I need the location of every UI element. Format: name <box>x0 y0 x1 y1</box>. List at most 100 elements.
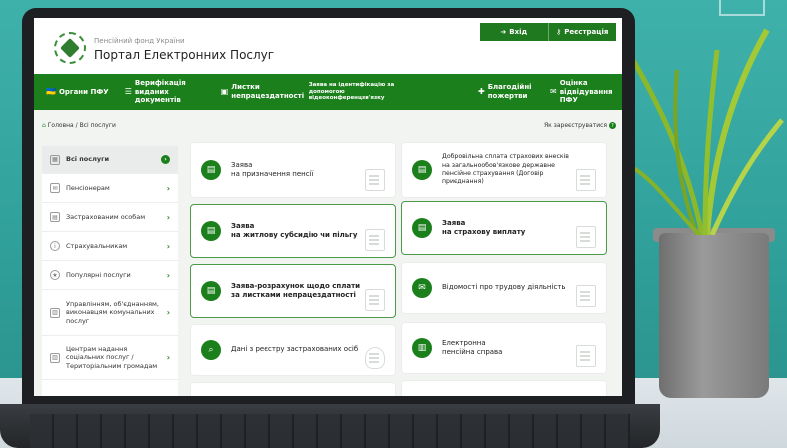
service-card-insured-registry[interactable]: ⌕ Дані з реєстру застрахованих осіб <box>190 324 396 376</box>
envelope-icon: ✉ <box>50 183 60 193</box>
nav-item-rate-visit[interactable]: ✉ Оцінка відвідування ПФУ <box>542 74 622 110</box>
building-icon: ▥ <box>50 352 60 363</box>
breadcrumb-separator: / <box>75 122 78 129</box>
sidebar-item-label: Центрам надання соціальних послуг / Тери… <box>66 344 158 370</box>
sidebar-item-pensioners[interactable]: ✉ Пенсіонерам › <box>42 174 178 203</box>
nav-item-label: Верифікація виданих документів <box>134 78 186 105</box>
document-icon: ▤ <box>50 212 60 222</box>
card-text: Заява на страхову виплату <box>442 218 526 236</box>
auth-bar: ➜ Вхід ⚷ Реєстрація <box>480 23 616 41</box>
star-icon: ★ <box>50 270 60 280</box>
service-card-housing-subsidy[interactable]: ▤ Заява на житлову субсидію чи пільгу <box>190 204 396 258</box>
envelope-icon: ✉ <box>412 278 432 298</box>
service-card-partial[interactable] <box>401 380 607 396</box>
nav-item-label: Органи ПФУ <box>58 87 109 96</box>
chevron-right-icon: › <box>166 212 170 222</box>
card-text: Електронна пенсійна справа <box>442 338 503 356</box>
card-text: Заява на житлову субсидію чи пільгу <box>231 221 358 239</box>
trident-icon <box>60 38 80 58</box>
plant-leaves <box>617 28 784 235</box>
info-icon: i <box>50 241 60 251</box>
sidebar-item-label: Всі послуги <box>66 155 110 164</box>
service-card-insurance-payment[interactable]: ▤ Заява на страхову виплату <box>401 201 607 255</box>
search-icon: ⌕ <box>201 340 221 360</box>
form-icon <box>365 229 385 251</box>
chevron-right-icon: › <box>166 353 170 362</box>
sidebar-item-social-centers[interactable]: ▥ Центрам надання соціальних послуг / Те… <box>42 336 178 380</box>
portal-title[interactable]: Портал Електронних Послуг <box>94 48 274 62</box>
org-name: Пенсійний фонд України <box>94 37 185 45</box>
envelope-outline-icon <box>576 285 596 307</box>
service-card-pension-application[interactable]: ▤ Заява на призначення пенсії <box>190 142 396 198</box>
document-icon: ▤ <box>412 160 432 180</box>
form-icon <box>365 169 385 191</box>
form-icon <box>576 169 596 191</box>
nav-item-label: Заява на ідентифікацію за допомогою віде… <box>308 81 395 102</box>
home-icon[interactable]: ⌂ <box>42 122 46 129</box>
document-icon: ▤ <box>201 221 221 241</box>
sidebar-item-label: Популярні послуги <box>66 270 131 279</box>
registration-help-link[interactable]: Як зареєструватися ? <box>544 122 616 129</box>
register-button[interactable]: ⚷ Реєстрація <box>547 23 617 41</box>
pfu-logo[interactable] <box>54 32 86 64</box>
plant-pot <box>659 233 769 398</box>
document-icon: ▤ <box>412 218 432 238</box>
sidebar-item-label: Пенсіонерам <box>66 183 110 192</box>
flag-icon: 🇺🇦 <box>46 87 56 96</box>
folder-icon: ▥ <box>412 338 432 358</box>
register-label: Реєстрація <box>564 28 609 36</box>
service-card-sick-leave-calculation[interactable]: ▤ Заява-розрахунок щодо сплати за листка… <box>190 264 396 318</box>
main-nav: 🇺🇦 Органи ПФУ ☰ Верифікація виданих доку… <box>34 74 622 110</box>
card-text: Дані з реєстру застрахованих осіб <box>231 345 359 354</box>
service-card-electronic-pension-file[interactable]: ▥ Електронна пенсійна справа <box>401 322 607 374</box>
nav-item-pfu-offices[interactable]: 🇺🇦 Органи ПФУ <box>34 74 117 110</box>
card-text: Добровільна сплата страхових внесків на … <box>442 153 569 186</box>
registration-help-label: Як зареєструватися <box>543 122 607 129</box>
sidebar-item-insurers[interactable]: i Страхувальникам › <box>42 232 178 261</box>
sidebar-item-popular-services[interactable]: ★ Популярні послуги › <box>42 261 178 290</box>
grid-icon: ▦ <box>50 154 60 165</box>
list-icon: ☰ <box>124 87 132 96</box>
service-card-voluntary-contributions[interactable]: ▤ Добровільна сплата страхових внесків н… <box>401 142 607 198</box>
nav-item-donations[interactable]: ✚ Благодійні пожертви <box>470 74 542 110</box>
gift-icon: ✚ <box>478 87 485 96</box>
card-text: Заява на призначення пенсії <box>231 160 314 178</box>
key-icon: ⚷ <box>556 28 562 36</box>
card-text: Заява-розрахунок щодо сплати за листками… <box>231 281 361 299</box>
services-sidebar: ▦ Всі послуги › ✉ Пенсіонерам › ▤ Застра… <box>42 146 178 396</box>
breadcrumb: ⌂ Головна / Всі послуги <box>42 122 116 129</box>
document-icon: ▤ <box>201 281 221 301</box>
chevron-right-icon: › <box>166 308 170 317</box>
service-card-partial[interactable] <box>190 382 396 396</box>
card-text: Відомості про трудову діяльність <box>442 283 566 292</box>
laptop-screen: Пенсійний фонд України Портал Електронни… <box>34 18 622 396</box>
briefcase-icon: ▣ <box>220 87 229 96</box>
nav-item-video-identification[interactable]: Заява на ідентифікацію за допомогою віде… <box>301 74 405 110</box>
sidebar-item-insured-persons[interactable]: ▤ Застрахованим особам › <box>42 203 178 232</box>
chevron-right-icon: › <box>166 183 170 193</box>
laptop-keyboard <box>30 414 630 448</box>
shield-outline-icon <box>365 347 385 369</box>
login-button[interactable]: ➜ Вхід <box>480 23 548 41</box>
chevron-right-icon: › <box>166 241 170 251</box>
chevron-right-icon: › <box>166 270 170 280</box>
folder-outline-icon <box>576 345 596 367</box>
sidebar-item-label: Управлінням, об'єднанням, виконавцям ком… <box>66 299 160 325</box>
chat-icon: ✉ <box>550 87 557 96</box>
service-card-work-history[interactable]: ✉ Відомості про трудову діяльність <box>401 262 607 314</box>
sidebar-item-utility-providers[interactable]: ▥ Управлінням, об'єднанням, виконавцям к… <box>42 290 178 336</box>
sidebar-item-all-services[interactable]: ▦ Всі послуги › <box>42 146 178 174</box>
site-header: Пенсійний фонд України Портал Електронни… <box>34 18 622 74</box>
chevron-right-icon: › <box>161 155 170 164</box>
breadcrumb-home[interactable]: Головна <box>48 122 74 129</box>
question-icon: ? <box>609 122 616 129</box>
form-icon <box>365 289 385 311</box>
form-icon <box>576 226 596 248</box>
login-icon: ➜ <box>500 28 507 36</box>
sidebar-item-label: Страхувальникам <box>66 241 128 250</box>
nav-item-sick-leave[interactable]: ▣ Листки непрацездатності <box>213 74 304 110</box>
document-icon: ▤ <box>201 160 221 180</box>
breadcrumb-current: Всі послуги <box>79 122 116 129</box>
login-label: Вхід <box>509 28 528 36</box>
nav-item-verification[interactable]: ☰ Верифікація виданих документів <box>117 74 213 110</box>
